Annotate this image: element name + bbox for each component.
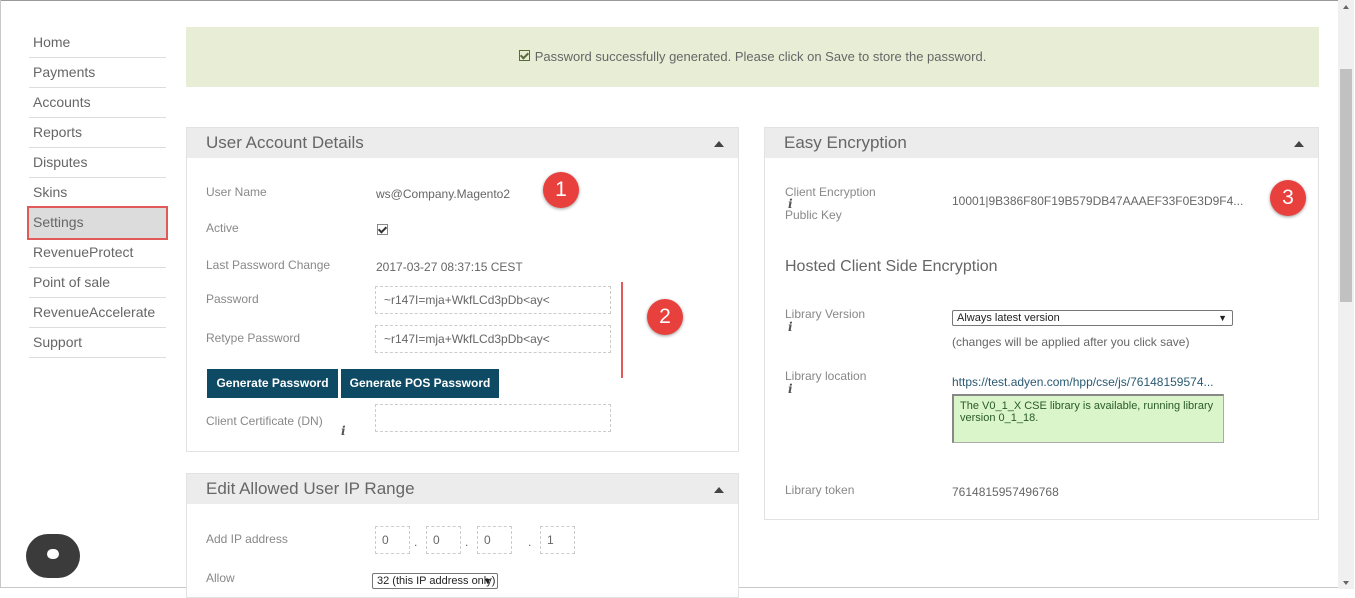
user-account-header[interactable]: User Account Details	[187, 128, 738, 158]
allow-select[interactable]: 32 (this IP address only) ▼	[372, 573, 498, 589]
annotation-badge-3: 3	[1270, 180, 1306, 216]
chat-button[interactable]	[26, 534, 80, 578]
add-ip-label: Add IP address	[206, 532, 288, 546]
allow-label: Allow	[206, 571, 235, 585]
success-alert: Password successfully generated. Please …	[186, 27, 1319, 87]
sidebar-nav: Home Payments Accounts Reports Disputes …	[27, 28, 168, 358]
sidebar-item-accounts[interactable]: Accounts	[29, 88, 166, 118]
retype-password-label: Retype Password	[206, 331, 301, 345]
scroll-down-arrow-icon[interactable]	[1343, 581, 1349, 585]
sidebar-item-home[interactable]: Home	[29, 28, 166, 58]
annotation-badge-2: 2	[647, 299, 683, 335]
active-label: Active	[206, 221, 239, 235]
check-square-icon	[518, 50, 530, 61]
library-location-label: Library location	[785, 369, 867, 383]
ip-separator: .	[528, 535, 532, 549]
info-icon[interactable]: i	[341, 424, 346, 438]
sidebar-item-disputes[interactable]: Disputes	[29, 148, 166, 178]
client-certificate-label: Client Certificate (DN)	[206, 414, 323, 428]
ip-octet-2-input[interactable]: 0	[426, 526, 461, 554]
library-token-label: Library token	[785, 483, 855, 497]
library-version-note: (changes will be applied after you click…	[952, 335, 1190, 349]
collapse-caret-icon[interactable]	[714, 141, 724, 147]
library-version-select[interactable]: Always latest version ▼	[952, 310, 1233, 326]
collapse-caret-icon[interactable]	[1294, 141, 1304, 147]
ip-octet-1-input[interactable]: 0	[375, 526, 410, 554]
user-name-value: ws@Company.Magento2	[376, 187, 511, 201]
dropdown-arrow-icon: ▼	[483, 576, 492, 586]
ip-range-header[interactable]: Edit Allowed User IP Range	[187, 474, 738, 504]
sidebar-item-revenueprotect[interactable]: RevenueProtect	[29, 238, 166, 268]
ip-separator: .	[465, 535, 469, 549]
ip-octet-3-input[interactable]: 0	[477, 526, 512, 554]
panel-title: Easy Encryption	[784, 133, 907, 152]
retype-password-input[interactable]: ~r147I=mja+WkfLCd3pDb<ay<	[375, 325, 611, 353]
sidebar-item-support[interactable]: Support	[29, 328, 166, 358]
active-checkbox[interactable]	[377, 224, 388, 235]
client-certificate-input[interactable]	[375, 404, 611, 432]
scroll-thumb[interactable]	[1340, 69, 1352, 302]
info-icon[interactable]: i	[788, 382, 793, 396]
sidebar-item-skins[interactable]: Skins	[29, 178, 166, 208]
user-name-label: User Name	[206, 185, 267, 199]
library-token-value: 7614815957496768	[952, 485, 1059, 499]
vertical-scrollbar[interactable]	[1338, 0, 1354, 589]
library-version-value: Always latest version	[957, 312, 1060, 324]
sidebar-item-revenueaccelerate[interactable]: RevenueAccelerate	[29, 298, 166, 328]
allow-select-value: 32 (this IP address only)	[377, 575, 496, 587]
collapse-caret-icon[interactable]	[714, 487, 724, 493]
chat-bubble-icon	[47, 546, 59, 559]
sidebar-item-settings[interactable]: Settings	[27, 206, 168, 240]
dropdown-arrow-icon: ▼	[1218, 313, 1227, 323]
hosted-cse-title: Hosted Client Side Encryption	[785, 258, 998, 275]
ip-separator: .	[414, 535, 418, 549]
password-input[interactable]: ~r147I=mja+WkfLCd3pDb<ay<	[375, 286, 611, 314]
password-label: Password	[206, 292, 259, 306]
last-password-change-value: 2017-03-27 08:37:15 CEST	[376, 260, 523, 274]
sidebar-item-payments[interactable]: Payments	[29, 58, 166, 88]
last-password-change-label: Last Password Change	[206, 258, 331, 272]
easy-encryption-header[interactable]: Easy Encryption	[765, 128, 1318, 158]
sidebar-item-reports[interactable]: Reports	[29, 118, 166, 148]
annotation-line	[621, 282, 623, 378]
info-icon[interactable]: i	[788, 320, 793, 334]
library-status-box: The V0_1_X CSE library is available, run…	[952, 394, 1224, 443]
sidebar-item-point-of-sale[interactable]: Point of sale	[29, 268, 166, 298]
public-key-label: Public Key	[785, 208, 842, 222]
scroll-up-arrow-icon[interactable]	[1343, 5, 1349, 9]
library-location-link[interactable]: https://test.adyen.com/hpp/cse/js/761481…	[952, 375, 1214, 389]
generate-password-button[interactable]: Generate Password	[207, 369, 338, 398]
annotation-badge-1: 1	[543, 172, 579, 208]
alert-message: Password successfully generated. Please …	[534, 49, 987, 64]
ip-octet-4-input[interactable]: 1	[540, 526, 575, 554]
panel-title: Edit Allowed User IP Range	[206, 479, 415, 498]
library-version-label: Library Version	[785, 307, 866, 321]
panel-title: User Account Details	[206, 133, 364, 152]
generate-pos-password-button[interactable]: Generate POS Password	[341, 369, 499, 398]
client-encryption-label: Client Encryption	[785, 185, 876, 199]
client-encryption-key-value: 10001|9B386F80F19B579DB47AAAEF33F0E3D9F4…	[952, 194, 1244, 208]
